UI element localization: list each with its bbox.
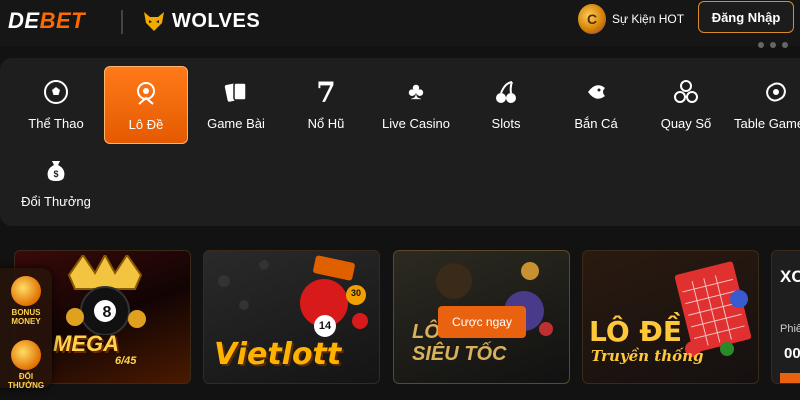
category-label: Đổi Thưởng: [21, 194, 91, 209]
game-card-vietlott[interactable]: 14 30 Vietlott: [203, 250, 380, 384]
ball-number-1: 14: [314, 315, 336, 337]
carousel-dots: [758, 42, 788, 48]
category-label: Lô Đề: [128, 117, 164, 132]
category-label: Bắn Cá: [574, 116, 618, 131]
cards-icon: [222, 78, 250, 106]
doi-thuong-promo[interactable]: ĐỔI THƯỞNG: [4, 340, 48, 390]
table-game-icon: [762, 78, 790, 106]
lo-de-title: LÔ ĐỀ: [589, 315, 682, 348]
bet-now-button[interactable]: Cược ngay: [438, 306, 526, 338]
game-card-partial[interactable]: XO Phiê 00: [771, 250, 800, 384]
side-promo-panel: BONUS MONEY ĐỔI THƯỞNG: [0, 268, 52, 390]
category-table-game[interactable]: Table Game: [730, 66, 800, 144]
reward-coin-icon: [11, 340, 41, 370]
category-live-casino[interactable]: ♣ Live Casino: [374, 66, 458, 144]
seven-icon: 7: [316, 75, 336, 109]
svg-text:$: $: [53, 169, 58, 179]
category-label: Table Game: [734, 116, 800, 131]
game-card-lo-sieu-toc[interactable]: LÔ ĐỀ SIÊU TỐC Cược ngay: [393, 250, 570, 384]
category-label: Slots: [491, 116, 521, 131]
game-cards-row: 8 MEGA 6/45 14 30 Vietlott LÔ ĐỀ SIÊU TỐ…: [0, 248, 800, 388]
promo-label: ĐỔI THƯỞNG: [7, 372, 45, 390]
category-label: Nổ Hũ: [307, 116, 345, 131]
ball-number-2: 30: [350, 288, 361, 298]
category-game-bai[interactable]: Game Bài: [194, 66, 278, 144]
category-lo-de[interactable]: Lô Đề: [104, 66, 188, 144]
carousel-dot[interactable]: [770, 42, 776, 48]
category-label: Game Bài: [207, 116, 265, 131]
money-bag-icon: $: [42, 156, 70, 184]
balls-icon: [672, 78, 700, 106]
category-slots[interactable]: Slots: [464, 66, 548, 144]
category-the-thao[interactable]: Thể Thao: [14, 66, 98, 144]
promo-label: BONUS MONEY: [11, 308, 41, 326]
partial-card-title: XO: [780, 267, 800, 286]
mega-subtitle: 6/45: [115, 355, 137, 367]
login-button[interactable]: Đăng Nhập: [698, 1, 794, 33]
category-label: Quay Số: [660, 116, 712, 131]
wolves-logo: WOLVES: [142, 9, 260, 33]
lottery-wheel-icon: [132, 79, 160, 107]
partial-card-button[interactable]: [780, 373, 800, 383]
wolf-head-icon: [144, 12, 164, 31]
partial-card-number: 00: [784, 345, 800, 362]
lo-sieu-toc-subtitle: SIÊU TỐC: [412, 343, 507, 365]
hot-event-label: Sự Kiện HOT: [612, 12, 685, 26]
carousel-dot[interactable]: [782, 42, 788, 48]
vietlott-title: Vietlott: [214, 337, 342, 372]
game-card-lo-de-truyen-thong[interactable]: LÔ ĐỀ Truyền thống: [582, 250, 759, 384]
logo-divider: [121, 10, 123, 34]
soccer-ball-icon: [42, 78, 70, 106]
category-label: Live Casino: [382, 116, 450, 131]
carousel-dot[interactable]: [758, 42, 764, 48]
partial-card-label: Phiê: [780, 323, 800, 335]
category-no-hu[interactable]: 7 Nổ Hũ: [284, 66, 368, 144]
category-label: Thể Thao: [28, 116, 84, 131]
debet-logo[interactable]: DEBET: [8, 8, 85, 34]
lo-de-subtitle: Truyền thống: [591, 347, 704, 365]
bonus-money-promo[interactable]: BONUS MONEY: [4, 276, 48, 326]
cherry-icon: [492, 78, 520, 106]
category-panel: Thể Thao Lô Đề Game Bài 7 Nổ Hũ ♣ Live C…: [0, 58, 800, 226]
club-suit-icon: ♣: [408, 78, 424, 105]
wolves-text: WOLVES: [172, 9, 261, 32]
top-header: DEBET WOLVES C Sự Kiện HOT Đăng Nhập: [0, 0, 800, 46]
mega-ball-number: 8: [102, 304, 112, 321]
event-badge-icon: C: [578, 4, 606, 34]
fish-icon: [582, 78, 610, 106]
brand-part2: BET: [39, 8, 86, 33]
hot-event-link[interactable]: C Sự Kiện HOT: [578, 4, 684, 34]
category-quay-so[interactable]: Quay Số: [644, 66, 728, 144]
category-ban-ca[interactable]: Bắn Cá: [554, 66, 638, 144]
mega-title: MEGA: [53, 331, 119, 356]
category-doi-thuong[interactable]: $ Đổi Thưởng: [14, 144, 98, 222]
bonus-money-icon: [11, 276, 41, 306]
brand-part1: DE: [8, 8, 40, 33]
